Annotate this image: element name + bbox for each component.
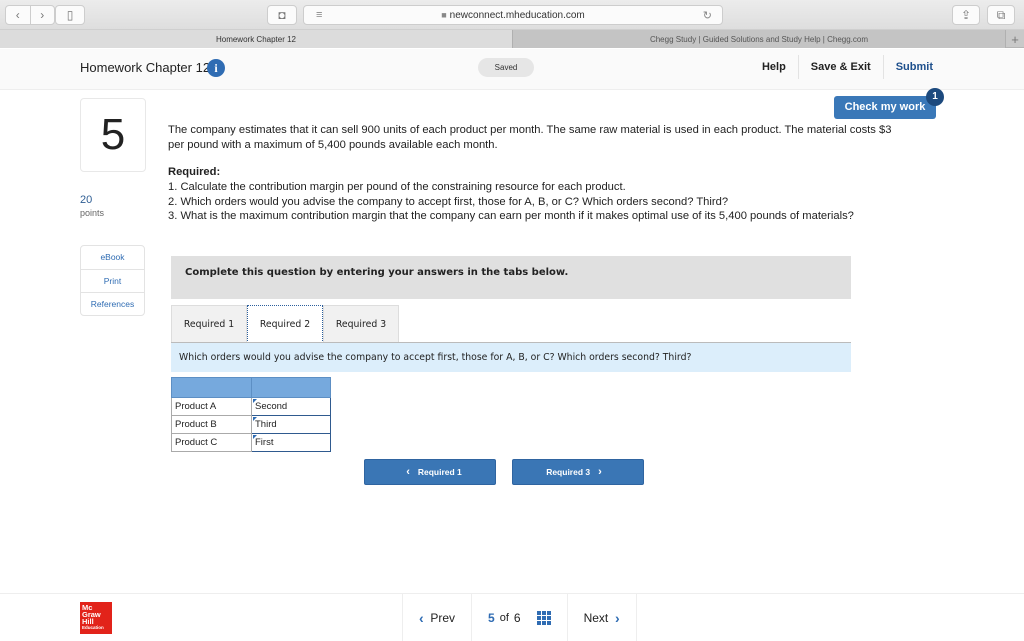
info-icon[interactable]: i bbox=[207, 59, 225, 77]
product-label: Product A bbox=[171, 397, 252, 416]
browser-tab-homework[interactable]: Homework Chapter 12 bbox=[0, 30, 512, 48]
tab-required-3[interactable]: Required 3 bbox=[323, 305, 399, 343]
total-questions: 6 bbox=[513, 610, 521, 625]
points-label: points bbox=[80, 208, 105, 218]
lock-icon: ■ bbox=[441, 9, 447, 20]
grid-icon[interactable] bbox=[536, 610, 551, 625]
chevron-right-icon: › bbox=[598, 466, 602, 478]
table-header-row bbox=[171, 377, 331, 398]
prev-label: Prev bbox=[430, 610, 456, 625]
tab-required-2[interactable]: Required 2 bbox=[247, 305, 323, 343]
prev-question-button[interactable]: ‹ Prev bbox=[402, 594, 471, 641]
header-cell bbox=[171, 377, 252, 398]
browser-toolbar: ‹ › ▯ ◘ ≡ ■ newconnect.mheducation.com ↻ … bbox=[0, 0, 1024, 30]
print-link[interactable]: Print bbox=[81, 269, 144, 292]
product-label: Product C bbox=[171, 433, 252, 452]
sidebar-toggle-button[interactable]: ▯ bbox=[55, 5, 85, 25]
save-exit-link[interactable]: Save & Exit bbox=[797, 55, 883, 79]
share-icon: ⇪ bbox=[960, 8, 972, 22]
footer: Mc Graw Hill Education ‹ Prev 5 of 6 Nex… bbox=[0, 593, 1024, 641]
reader-icon[interactable]: ≡ bbox=[316, 9, 322, 21]
current-question: 5 bbox=[488, 610, 495, 625]
answer-table: Product A Second Product B Third Product… bbox=[171, 377, 331, 452]
rank-select-product-c[interactable]: First bbox=[251, 433, 331, 452]
mcgraw-hill-logo: Mc Graw Hill Education bbox=[80, 602, 112, 634]
required-item: 3. What is the maximum contribution marg… bbox=[168, 210, 854, 222]
points-value: 20 bbox=[80, 194, 93, 206]
check-attempts-badge: 1 bbox=[926, 88, 944, 106]
page-title: Homework Chapter 12 bbox=[80, 60, 211, 75]
logo-subtitle: Education bbox=[82, 625, 104, 630]
table-row: Product B Third bbox=[171, 415, 331, 434]
of-label: of bbox=[499, 611, 509, 624]
chevron-left-icon: ‹ bbox=[419, 609, 424, 626]
tab-prompt: Which orders would you advise the compan… bbox=[171, 343, 851, 372]
url-value: newconnect.mheducation.com bbox=[449, 9, 585, 21]
chevron-left-icon: ‹ bbox=[406, 466, 410, 478]
question-intro: The company estimates that it can sell 9… bbox=[168, 124, 892, 151]
header-cell bbox=[251, 377, 331, 398]
next-required-label: Required 3 bbox=[546, 467, 591, 477]
browser-tab-chegg[interactable]: Chegg Study | Guided Solutions and Study… bbox=[512, 30, 1005, 48]
next-required-button[interactable]: Required 3 › bbox=[512, 459, 644, 485]
prev-required-button[interactable]: ‹ Required 1 bbox=[364, 459, 496, 485]
resource-links: eBook Print References bbox=[80, 245, 145, 316]
url-text: ■ newconnect.mheducation.com bbox=[304, 10, 722, 21]
ebook-link[interactable]: eBook bbox=[81, 246, 144, 269]
reload-icon[interactable]: ↻ bbox=[703, 9, 712, 22]
rank-select-product-a[interactable]: Second bbox=[251, 397, 331, 416]
privacy-button[interactable]: ◘ bbox=[267, 5, 297, 25]
back-icon[interactable]: ‹ bbox=[6, 6, 31, 24]
question-position: 5 of 6 bbox=[471, 594, 567, 641]
question-number: 5 bbox=[80, 98, 146, 172]
prev-required-label: Required 1 bbox=[417, 467, 462, 477]
chevron-right-icon: › bbox=[614, 609, 620, 626]
logo-line: Hill bbox=[82, 617, 94, 626]
header-links: Help Save & Exit Submit bbox=[750, 55, 944, 79]
tab-required-1[interactable]: Required 1 bbox=[171, 305, 247, 343]
required-item: 2. Which orders would you advise the com… bbox=[168, 195, 729, 208]
shield-icon: ◘ bbox=[278, 8, 286, 22]
next-label: Next bbox=[583, 610, 609, 625]
next-question-button[interactable]: Next › bbox=[566, 594, 637, 641]
help-link[interactable]: Help bbox=[750, 55, 798, 79]
browser-tab-bar: Homework Chapter 12 Chegg Study | Guided… bbox=[0, 30, 1024, 48]
app-header: Homework Chapter 12 i Saved Help Save & … bbox=[0, 49, 1024, 90]
check-my-work-button[interactable]: Check my work bbox=[834, 96, 936, 119]
forward-icon[interactable]: › bbox=[31, 6, 55, 24]
references-link[interactable]: References bbox=[81, 292, 144, 315]
sidebar-icon: ▯ bbox=[66, 8, 74, 22]
required-tabs: Required 1 Required 2 Required 3 bbox=[171, 305, 399, 343]
required-list: 1. Calculate the contribution margin per… bbox=[168, 180, 898, 224]
required-title: Required: bbox=[168, 166, 221, 178]
product-label: Product B bbox=[171, 415, 252, 434]
table-row: Product A Second bbox=[171, 397, 331, 416]
share-button[interactable]: ⇪ bbox=[952, 5, 980, 25]
tabs-icon: ⧉ bbox=[996, 7, 1006, 22]
question-pager: ‹ Prev 5 of 6 Next › bbox=[402, 594, 637, 641]
show-tabs-button[interactable]: ⧉ bbox=[987, 5, 1015, 25]
table-row: Product C First bbox=[171, 433, 331, 452]
rank-select-product-b[interactable]: Third bbox=[251, 415, 331, 434]
submit-link[interactable]: Submit bbox=[882, 55, 944, 79]
nav-buttons: ‹ › bbox=[5, 5, 55, 25]
saved-status-badge: Saved bbox=[478, 58, 534, 77]
instruction-box: Complete this question by entering your … bbox=[171, 256, 851, 299]
new-tab-icon[interactable]: + bbox=[1005, 30, 1024, 48]
address-bar[interactable]: ≡ ■ newconnect.mheducation.com ↻ bbox=[303, 5, 723, 25]
required-item: 1. Calculate the contribution margin per… bbox=[168, 181, 626, 193]
